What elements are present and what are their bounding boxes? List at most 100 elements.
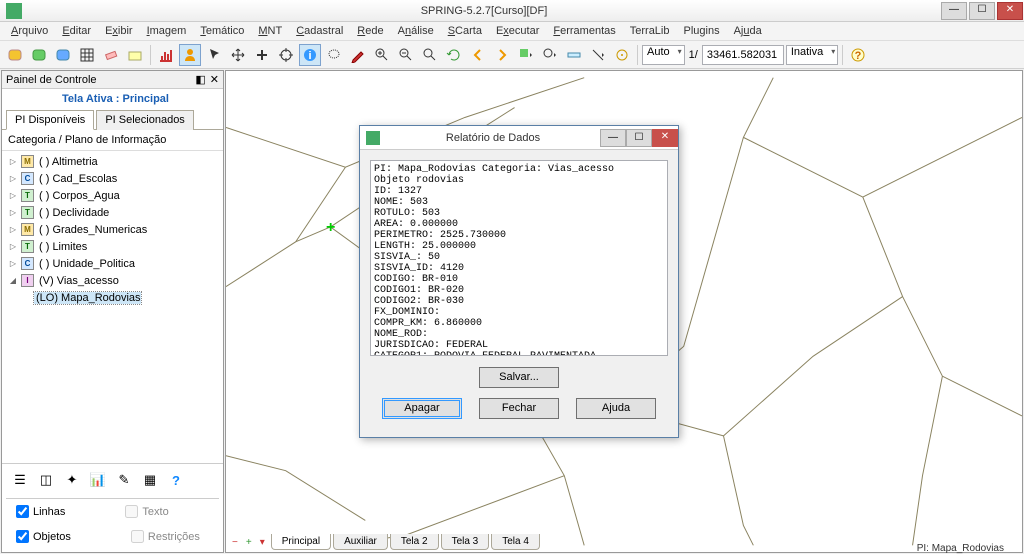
grid-icon[interactable] [76,44,98,66]
panel-close-icon[interactable]: ✕ [210,73,219,86]
menu-terralib[interactable]: TerraLib [623,23,677,39]
tab-add-icon[interactable]: + [242,537,256,548]
control-panel: Painel de Controle ◧ ✕ Tela Ativa : Prin… [1,70,224,553]
db-blue-icon[interactable] [52,44,74,66]
layer-tree: ▷M( ) Altimetria ▷C( ) Cad_Escolas ▷T( )… [2,151,223,463]
apagar-button[interactable]: Apagar [382,398,462,419]
category-label: Categoria / Plano de Informação [2,130,223,151]
db-green-icon[interactable] [28,44,50,66]
collapse-icon[interactable]: ◢ [8,276,18,285]
menu-arquivo[interactable]: Arquivo [4,23,55,39]
pen-icon[interactable]: ✎ [114,470,134,490]
props-icon[interactable]: ◫ [36,470,56,490]
fraction-label: 1/ [687,49,700,61]
status-bar: PI: Mapa_Rodovias [917,543,1004,554]
cursor-marker: + [326,219,335,237]
scale-mode-select[interactable]: Auto [642,45,685,65]
expand-icon[interactable]: ▷ [8,242,18,251]
plus-icon[interactable] [251,44,273,66]
inativa-select[interactable]: Inativa [786,45,838,65]
report-textarea[interactable]: PI: Mapa_Rodovias Categoria: Vias_acesso… [370,160,668,356]
expand-icon[interactable]: ▷ [8,225,18,234]
layers-dd-icon[interactable] [515,44,537,66]
expand-icon[interactable]: ▷ [8,174,18,183]
wand-icon[interactable]: ✦ [62,470,82,490]
target-icon[interactable] [611,44,633,66]
canvas-tab-auxiliar[interactable]: Auxiliar [333,534,388,550]
dialog-maximize-button[interactable]: ☐ [626,129,652,147]
info-icon[interactable]: i [299,44,321,66]
menu-exibir[interactable]: Exibir [98,23,140,39]
help2-icon[interactable]: ? [166,470,186,490]
expand-icon[interactable]: ▷ [8,259,18,268]
chk-objetos[interactable]: Objetos [16,530,71,543]
tree-node: ▷C( ) Cad_Escolas [6,170,219,187]
chk-texto[interactable]: Texto [125,505,168,518]
table-icon[interactable]: ▦ [140,470,160,490]
menu-mnt[interactable]: MNT [251,23,289,39]
help-icon[interactable]: ? [847,44,869,66]
expand-icon[interactable]: ▷ [8,208,18,217]
refresh-icon[interactable] [443,44,465,66]
dialog-minimize-button[interactable]: — [600,129,626,147]
chart2-icon[interactable]: 📊 [88,470,108,490]
canvas-tab-tela2[interactable]: Tela 2 [390,534,439,550]
pencil-icon[interactable] [347,44,369,66]
pointer-icon[interactable] [203,44,225,66]
expand-icon[interactable]: ▷ [8,191,18,200]
chart-icon[interactable] [155,44,177,66]
menu-plugins[interactable]: Plugins [677,23,727,39]
canvas-tab-principal[interactable]: Principal [271,534,331,550]
canvas-tab-tela3[interactable]: Tela 3 [441,534,490,550]
dialog-icon [366,131,380,145]
eraser-icon[interactable] [100,44,122,66]
crosshair-icon[interactable] [275,44,297,66]
ruler-dd-icon[interactable] [587,44,609,66]
panel-float-icon[interactable]: ◧ [195,73,205,86]
menu-tematico[interactable]: Temático [193,23,251,39]
tab-pi-selecionados[interactable]: PI Selecionados [96,110,194,130]
tree-leaf: (LO) Mapa_Rodovias [6,289,219,306]
expand-icon[interactable]: ▷ [8,157,18,166]
menu-analise[interactable]: Análise [391,23,441,39]
zoom-in-icon[interactable] [371,44,393,66]
tree-node: ▷T( ) Limites [6,238,219,255]
measure-icon[interactable] [563,44,585,66]
zoom-out-icon[interactable] [395,44,417,66]
menu-cadastral[interactable]: Cadastral [289,23,350,39]
panel-title: Painel de Controle [6,74,97,86]
scale-input[interactable] [702,45,784,65]
move-icon[interactable] [227,44,249,66]
maximize-button[interactable]: ☐ [969,2,995,20]
menu-imagem[interactable]: Imagem [140,23,194,39]
minimize-button[interactable]: — [941,2,967,20]
tab-pi-disponiveis[interactable]: PI Disponíveis [6,110,94,130]
db-yellow-icon[interactable] [4,44,26,66]
chk-restricoes[interactable]: Restrições [131,530,200,543]
menu-ferramentas[interactable]: Ferramentas [546,23,622,39]
menu-editar[interactable]: Editar [55,23,98,39]
forward-icon[interactable] [491,44,513,66]
lasso-icon[interactable] [323,44,345,66]
title-bar: SPRING-5.2.7[Curso][DF] — ☐ ✕ [0,0,1024,22]
zoom-fit-icon[interactable] [419,44,441,66]
canvas-tab-tela4[interactable]: Tela 4 [491,534,540,550]
person-icon[interactable] [179,44,201,66]
layer-icon[interactable] [124,44,146,66]
menu-ajuda[interactable]: Ajuda [727,23,769,39]
fechar-button[interactable]: Fechar [479,398,559,419]
menu-rede[interactable]: Rede [350,23,390,39]
list-icon[interactable]: ☰ [10,470,30,490]
menu-executar[interactable]: Executar [489,23,546,39]
close-button[interactable]: ✕ [997,2,1023,20]
chk-linhas[interactable]: Linhas [16,505,65,518]
ajuda-button[interactable]: Ajuda [576,398,656,419]
back-icon[interactable] [467,44,489,66]
zoomsel-dd-icon[interactable] [539,44,561,66]
tab-remove-icon[interactable]: − [228,537,242,548]
salvar-button[interactable]: Salvar... [479,367,559,388]
tab-menu-icon[interactable]: ▾ [256,537,269,548]
dialog-close-button[interactable]: ✕ [652,129,678,147]
toolbar: i Auto 1/ Inativa ? [0,41,1024,69]
menu-scarta[interactable]: SCarta [441,23,489,39]
